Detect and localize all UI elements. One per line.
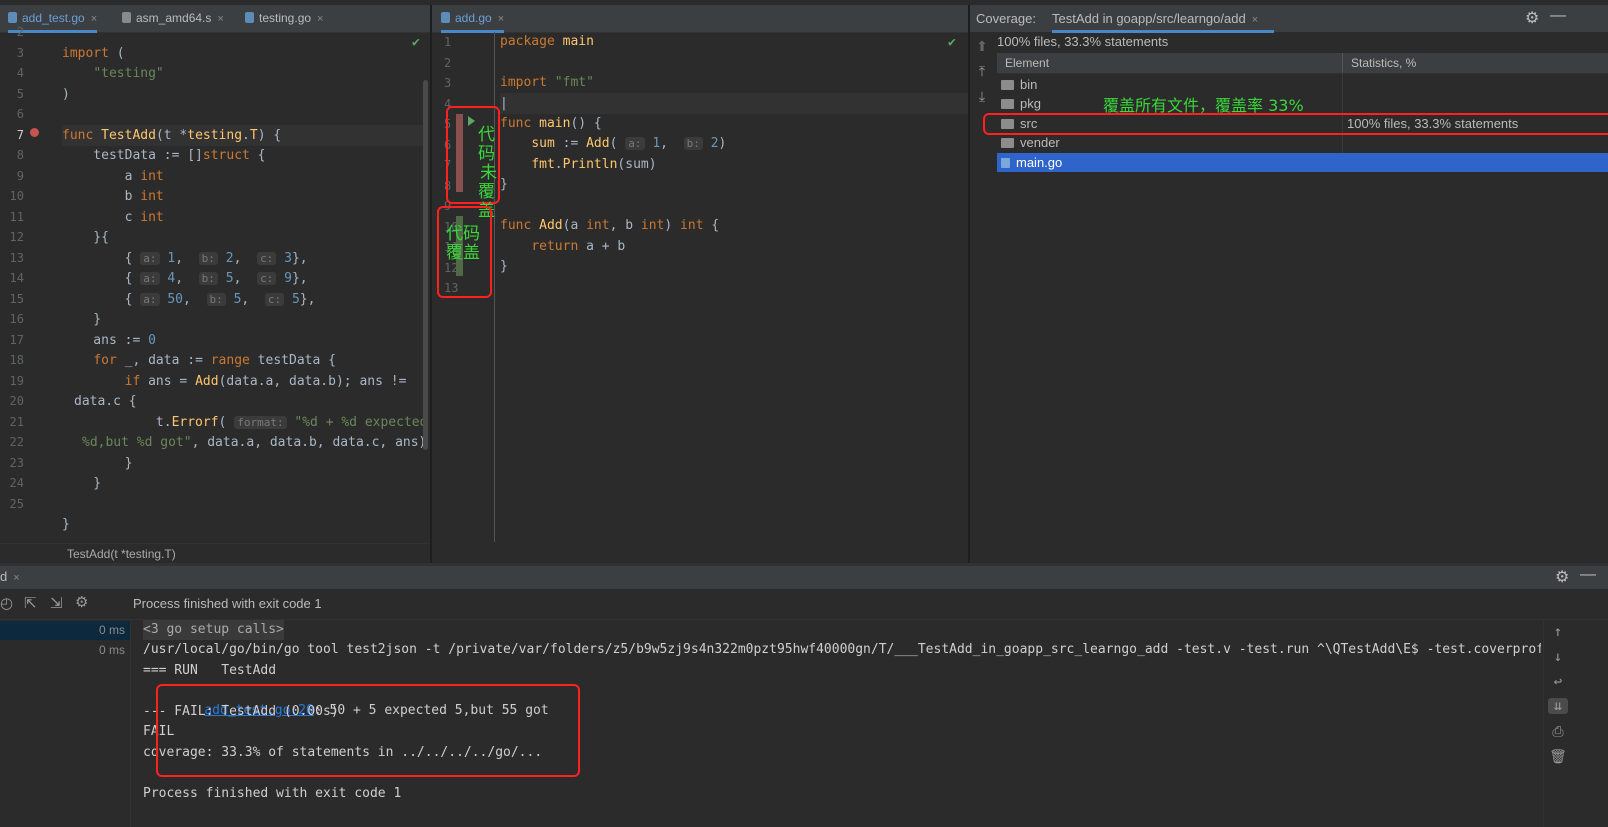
mid-tab-bar: add.go ×	[432, 5, 968, 33]
scroll-up-icon[interactable]: ↑	[1548, 624, 1568, 640]
check-icon: ✔	[948, 35, 956, 50]
panel-splitter[interactable]	[968, 5, 970, 563]
close-icon[interactable]: ×	[1252, 14, 1258, 26]
folder-icon	[1001, 80, 1014, 90]
line-number: 17	[9, 332, 24, 347]
line-number: 9	[16, 168, 24, 183]
line-number: 22	[9, 435, 24, 449]
test-tree-row[interactable]: 0 ms	[0, 621, 130, 640]
import-icon[interactable]: ⤓	[972, 88, 992, 105]
left-code: import ( "testing" ) func TestAdd(t *tes…	[62, 46, 428, 532]
test-tree: 0 ms 0 ms	[0, 620, 131, 827]
line-number: 3	[16, 45, 24, 60]
left-line-numbers: 2 3 4 5 6 7 8 9 10 11 12 13 14 15 16 17 18 19 20 21 22 23 24 25	[0, 22, 24, 542]
line-number: 13	[9, 250, 24, 265]
line-number: 16	[9, 312, 24, 326]
console-line: Process finished with exit code 1	[143, 786, 402, 801]
left-tab-bar: add_test.go × asm_amd64.s × testing.go ×	[0, 5, 430, 33]
folder-icon	[1001, 138, 1014, 148]
run-tab[interactable]: d ×	[0, 569, 20, 584]
coverage-tab[interactable]: TestAdd in goapp/src/learngo/add ×	[1052, 11, 1274, 33]
line-number: 7	[16, 127, 24, 142]
line-number: 21	[9, 414, 24, 429]
history-icon[interactable]: ◴	[0, 594, 13, 612]
line-number: 15	[9, 291, 24, 306]
trash-icon[interactable]: 🗑	[1548, 749, 1568, 765]
line-number: 3	[444, 76, 452, 90]
close-icon[interactable]: ×	[91, 13, 97, 25]
close-icon[interactable]: ×	[217, 13, 223, 25]
close-icon[interactable]: ×	[498, 13, 504, 25]
close-icon[interactable]: ×	[317, 13, 323, 25]
console-line: /usr/local/go/bin/go tool test2json -t /…	[143, 642, 1541, 657]
failure-highlight-box	[156, 684, 580, 777]
line-number: 23	[9, 455, 24, 470]
src-highlight-box	[983, 113, 1608, 135]
console-side-toolbar: ↑ ↓ ↩ ⇊ ⎙ 🗑	[1543, 620, 1572, 827]
coverage-row-vender[interactable]: vender	[997, 133, 1608, 152]
minimize-icon[interactable]: —	[1550, 7, 1566, 25]
column-divider	[1342, 53, 1343, 73]
line-number: 18	[9, 353, 24, 367]
check-icon: ✔	[412, 35, 420, 50]
line-number: 14	[9, 271, 24, 285]
line-number: 19	[9, 373, 24, 388]
covered-annotation: 代码 覆盖	[446, 224, 480, 263]
gear-icon[interactable]: ⚙	[1525, 8, 1539, 28]
tab-asm-amd64[interactable]: asm_amd64.s ×	[122, 5, 224, 32]
line-number: 5	[16, 86, 24, 101]
tab-add-go[interactable]: add.go ×	[441, 5, 505, 33]
line-number: 2	[16, 25, 24, 39]
mid-code: package main import "fmt" | func main() …	[500, 31, 968, 311]
left-scrollbar[interactable]	[423, 80, 428, 450]
settings-icon[interactable]: ⚙	[75, 593, 88, 611]
run-test-gutter-icon[interactable]	[30, 128, 39, 137]
export-icon[interactable]: ⤒	[972, 63, 992, 80]
scroll-to-end-icon[interactable]: ⇊	[1548, 698, 1568, 714]
coverage-row-main-go[interactable]: main.go	[997, 153, 1608, 172]
coverage-table-header: Element Statistics, %	[997, 53, 1608, 74]
line-number: 6	[16, 107, 24, 121]
line-number: 11	[9, 209, 24, 224]
asm-file-icon	[122, 12, 131, 23]
line-number: 2	[444, 55, 452, 70]
run-tab-bar: d × ⚙ —	[0, 566, 1608, 589]
line-number: 4	[16, 66, 24, 80]
console-setup-calls[interactable]: <3 go setup calls>	[143, 620, 284, 640]
all-files-annotation: 覆盖所有文件，覆盖率 33%	[1103, 96, 1304, 115]
run-status: Process finished with exit code 1	[133, 596, 322, 611]
up-arrow-icon[interactable]: ⬆	[972, 38, 992, 55]
scroll-down-icon[interactable]: ↓	[1548, 649, 1568, 665]
line-number: 20	[9, 394, 24, 408]
breadcrumb-bar: TestAdd(t *testing.T)	[0, 543, 430, 564]
line-number: 25	[9, 496, 24, 511]
go-file-icon	[245, 12, 254, 23]
collapse-icon[interactable]: ⇱	[24, 594, 37, 612]
line-number: 24	[9, 476, 24, 490]
run-toolbar: ◴ ⇱ ⇲ ⚙ Process finished with exit code …	[0, 589, 1608, 620]
line-number: 10	[9, 189, 24, 203]
column-statistics[interactable]: Statistics, %	[1351, 56, 1416, 70]
gear-icon[interactable]: ⚙	[1555, 567, 1569, 587]
line-number: 1	[444, 35, 452, 49]
folder-icon	[1001, 99, 1014, 109]
console-line: === RUN TestAdd	[143, 663, 277, 678]
go-file-icon	[1001, 158, 1010, 168]
test-tree-row[interactable]: 0 ms	[0, 641, 130, 660]
coverage-summary: 100% files, 33.3% statements	[997, 34, 1169, 49]
breadcrumb[interactable]: TestAdd(t *testing.T)	[67, 547, 176, 561]
coverage-label: Coverage:	[976, 11, 1036, 26]
line-number: 8	[16, 148, 24, 162]
expand-icon[interactable]: ⇲	[50, 594, 63, 612]
minimize-icon[interactable]: —	[1580, 566, 1596, 584]
soft-wrap-icon[interactable]: ↩	[1548, 674, 1568, 690]
tab-testing-go[interactable]: testing.go ×	[245, 5, 323, 32]
go-file-icon	[441, 12, 450, 23]
coverage-header: Coverage: TestAdd in goapp/src/learngo/a…	[970, 5, 1608, 33]
line-number: 12	[9, 230, 24, 244]
column-element[interactable]: Element	[1005, 56, 1049, 70]
close-icon[interactable]: ×	[13, 572, 19, 584]
print-icon[interactable]: ⎙	[1548, 724, 1568, 740]
